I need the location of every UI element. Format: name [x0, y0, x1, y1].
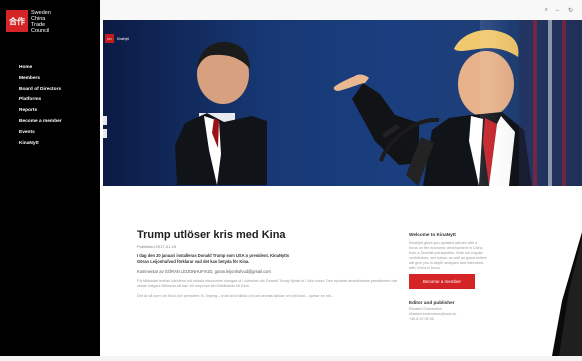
welcome-text: KinaNytt gives you updated articles with… — [409, 241, 487, 270]
nav-item-events[interactable]: Events — [19, 130, 62, 142]
logo-text: Sweden China Trade Council — [31, 10, 71, 34]
article-lead: I dag den 20 januari installeras Donald … — [137, 253, 290, 264]
article-paragraph: Det är så som om Kina och president Xi J… — [137, 293, 335, 298]
logo-mark: 合作 — [6, 10, 28, 32]
sidebar: 合作 Sweden China Trade Council Home Membe… — [0, 0, 100, 356]
become-member-button[interactable]: Become a member — [409, 274, 475, 290]
article: Trump utlöser kris med Kina Published 20… — [137, 229, 399, 303]
logo-text-line-4: Council — [31, 28, 50, 34]
nav-item-kinanytt[interactable]: KinaNytt — [19, 141, 62, 153]
page-glint — [480, 0, 510, 356]
article-published-date: Published 2017-01-19 — [137, 244, 177, 249]
article-paragraph: Förhållandet mellan världens två största… — [137, 279, 398, 289]
sweden-china-trade-council-logo[interactable]: 合作 Sweden China Trade Council — [6, 10, 71, 34]
article-title: Trump utlöser kris med Kina — [137, 229, 286, 241]
main-nav: Home Members Board of Directors Platform… — [19, 65, 62, 153]
page-corner-shadow — [480, 0, 582, 356]
article-comment-byline: Kommentar av GÖRAN LEIJONHUFVUD, goran.l… — [137, 269, 271, 274]
content-page: ⌕ ← ↻ KN KinaNytt Trump utlöser kris med… — [100, 0, 582, 356]
nav-item-members[interactable]: Members — [19, 76, 62, 88]
